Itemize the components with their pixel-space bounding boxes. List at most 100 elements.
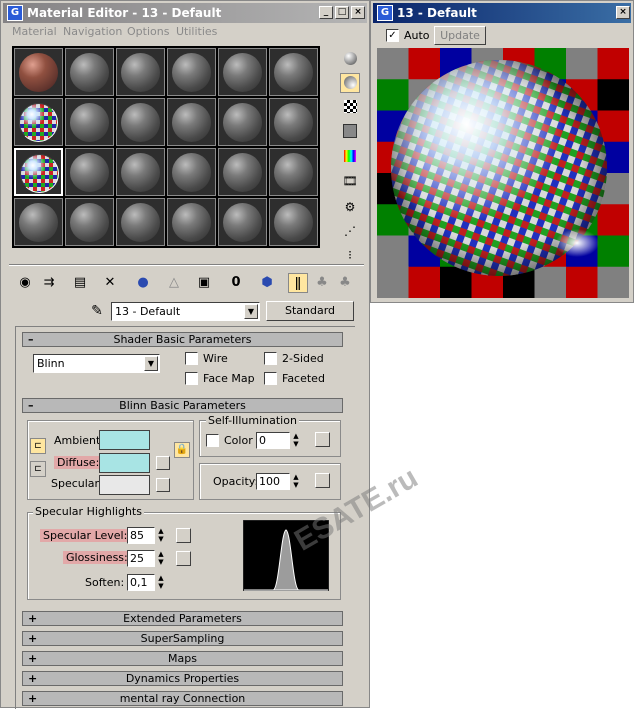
self-illum-map-button[interactable] <box>315 432 330 447</box>
close-button[interactable]: × <box>351 6 365 19</box>
specular-level-map-button[interactable] <box>176 528 191 543</box>
update-button[interactable]: Update <box>434 26 486 45</box>
preview-close-button[interactable]: × <box>616 6 630 19</box>
soften-field[interactable]: 0,1 <box>127 574 155 591</box>
show-end-result-button[interactable]: ǁ <box>288 273 308 293</box>
rollout-header[interactable]: + SuperSampling <box>22 631 343 646</box>
menu-material[interactable]: Material <box>12 25 57 38</box>
video-color-check-button[interactable] <box>340 147 360 167</box>
sample-slot[interactable] <box>167 48 216 96</box>
checker-tile <box>377 235 409 268</box>
lock-icon[interactable]: 🔒 <box>174 442 190 458</box>
material-id-channel-button[interactable]: 0 <box>226 273 246 293</box>
glossiness-field[interactable]: 25 <box>127 550 155 567</box>
assign-to-selection-button[interactable]: ▤ <box>70 273 90 293</box>
material-type-button[interactable]: Standard <box>266 301 354 321</box>
sample-slot[interactable] <box>65 148 114 196</box>
sample-uv-tiling-button[interactable] <box>340 121 360 141</box>
show-map-in-viewport-button[interactable]: ⬢ <box>257 273 277 293</box>
sample-slot[interactable] <box>14 148 63 196</box>
get-material-button[interactable]: ◉ <box>15 273 35 293</box>
auto-checkbox[interactable]: ✓ <box>386 29 399 42</box>
sample-slot[interactable] <box>269 48 318 96</box>
rollout-label: SuperSampling <box>140 632 225 645</box>
rollout-blinn-basic-header[interactable]: – Blinn Basic Parameters <box>22 398 343 413</box>
sample-slot[interactable] <box>65 48 114 96</box>
go-to-parent-button[interactable]: ♣ <box>312 273 332 293</box>
editor-titlebar[interactable]: G Material Editor - 13 - Default _ □ × <box>3 3 367 23</box>
self-illum-value-field[interactable]: 0 <box>256 432 290 449</box>
wire-checkbox[interactable] <box>185 352 198 365</box>
diffuse-swatch[interactable] <box>99 453 150 473</box>
select-by-material-button[interactable]: ⋰ <box>340 221 360 241</box>
sample-sphere <box>70 53 109 92</box>
go-forward-sibling-button[interactable]: ♣ <box>335 273 355 293</box>
specular-level-spinner[interactable]: ▲ ▼ <box>156 527 166 544</box>
opacity-map-button[interactable] <box>315 473 330 488</box>
sample-slot[interactable] <box>167 198 216 246</box>
specular-level-field[interactable]: 85 <box>127 527 155 544</box>
make-copy-button[interactable]: ● <box>133 273 153 293</box>
sample-slot[interactable] <box>65 198 114 246</box>
rollout-header[interactable]: + Maps <box>22 651 343 666</box>
sample-slot[interactable] <box>218 198 267 246</box>
material-map-navigator-button[interactable]: ⁝ <box>340 245 360 265</box>
sample-slot[interactable] <box>269 98 318 146</box>
sample-slot[interactable] <box>167 148 216 196</box>
glossiness-map-button[interactable] <box>176 551 191 566</box>
face-map-checkbox[interactable] <box>185 372 198 385</box>
options-button[interactable]: ⚙ <box>340 197 360 217</box>
shader-type-dropdown[interactable]: Blinn ▼ <box>33 354 160 373</box>
sample-slot[interactable] <box>218 98 267 146</box>
sample-slot[interactable] <box>14 48 63 96</box>
sample-slot[interactable] <box>116 48 165 96</box>
reset-material-button[interactable]: ✕ <box>100 273 120 293</box>
lock-ambient-diffuse-button[interactable]: ⊏ <box>30 438 46 454</box>
diffuse-label: Diffuse: <box>54 456 103 469</box>
two-sided-checkbox[interactable] <box>264 352 277 365</box>
sample-slot[interactable] <box>116 198 165 246</box>
opacity-field[interactable]: 100 <box>256 473 290 490</box>
self-illum-color-label: Color <box>224 434 253 447</box>
opacity-spinner[interactable]: ▲ ▼ <box>291 473 301 490</box>
sample-slot[interactable] <box>269 148 318 196</box>
sample-slot[interactable] <box>167 98 216 146</box>
sample-type-button[interactable] <box>340 49 360 69</box>
pick-material-icon[interactable]: ✎ <box>87 301 107 321</box>
sample-slot[interactable] <box>116 98 165 146</box>
sample-slot[interactable] <box>14 198 63 246</box>
sample-slot[interactable] <box>65 98 114 146</box>
menu-navigation[interactable]: Navigation <box>63 25 122 38</box>
make-preview-button[interactable]: 🎞 <box>340 171 360 191</box>
sample-slot[interactable] <box>218 148 267 196</box>
rollout-header[interactable]: + Extended Parameters <box>22 611 343 626</box>
sample-slot[interactable] <box>269 198 318 246</box>
menu-utilities[interactable]: Utilities <box>176 25 217 38</box>
background-button[interactable] <box>340 97 360 117</box>
sample-slot[interactable] <box>14 98 63 146</box>
put-to-library-button[interactable]: ▣ <box>194 273 214 293</box>
faceted-checkbox[interactable] <box>264 372 277 385</box>
backlight-button[interactable] <box>340 73 360 93</box>
menu-options[interactable]: Options <box>127 25 169 38</box>
self-illum-color-checkbox[interactable] <box>206 434 219 447</box>
rollout-header[interactable]: + mental ray Connection <box>22 691 343 706</box>
preview-titlebar[interactable]: G 13 - Default × <box>373 3 631 23</box>
glossiness-spinner[interactable]: ▲ ▼ <box>156 550 166 567</box>
specular-swatch[interactable] <box>99 475 150 495</box>
maximize-button[interactable]: □ <box>335 6 349 19</box>
rollout-shader-basic-header[interactable]: – Shader Basic Parameters <box>22 332 343 347</box>
minimize-button[interactable]: _ <box>319 6 333 19</box>
diffuse-map-button[interactable] <box>156 456 170 470</box>
ambient-swatch[interactable] <box>99 430 150 450</box>
rollout-header[interactable]: + Dynamics Properties <box>22 671 343 686</box>
soften-spinner[interactable]: ▲ ▼ <box>156 574 166 591</box>
material-name-dropdown[interactable]: 13 - Default ▼ <box>111 302 260 321</box>
sample-slot[interactable] <box>116 148 165 196</box>
self-illum-spinner[interactable]: ▲ ▼ <box>291 432 301 449</box>
put-to-scene-button[interactable]: ⇉ <box>39 273 59 293</box>
make-unique-button[interactable]: △ <box>164 273 184 293</box>
specular-map-button[interactable] <box>156 478 170 492</box>
lock-diffuse-specular-button[interactable]: ⊏ <box>30 461 46 477</box>
sample-slot[interactable] <box>218 48 267 96</box>
